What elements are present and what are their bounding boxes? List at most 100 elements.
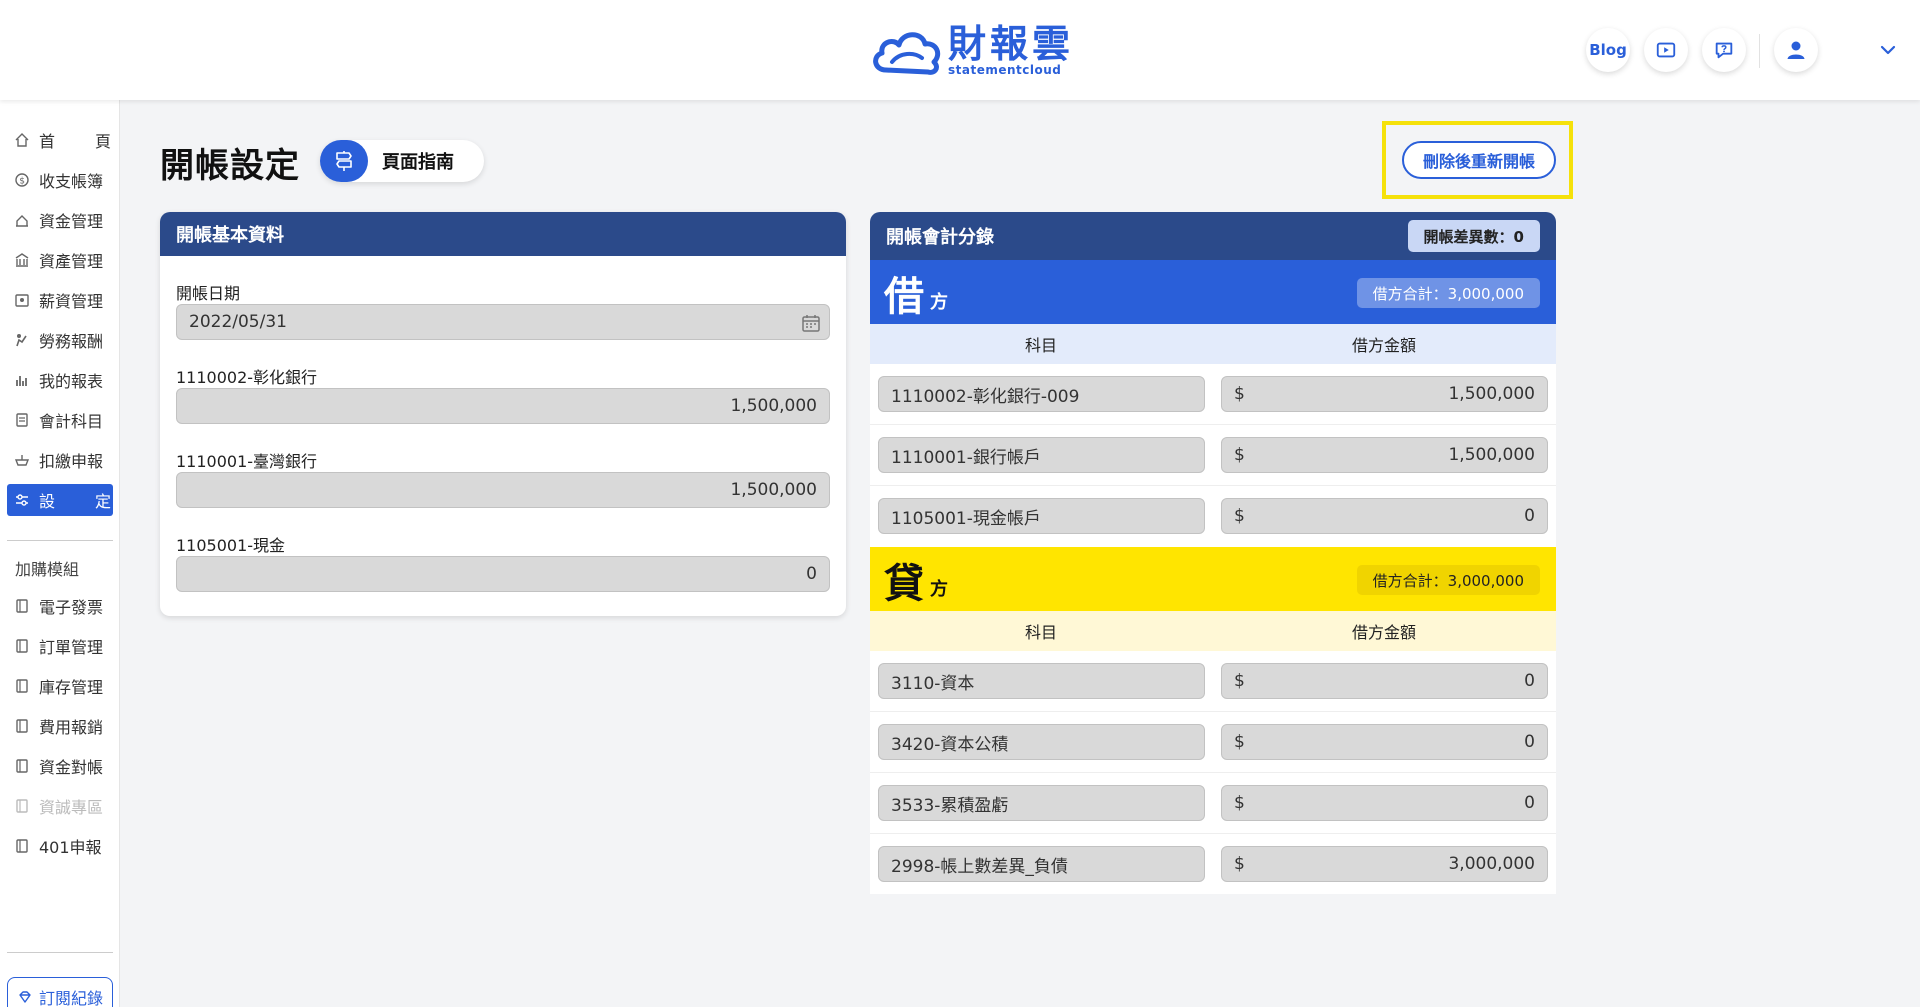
currency-symbol: $ <box>1234 506 1245 526</box>
sidebar-item-accounts[interactable]: 會計科目 <box>7 404 113 436</box>
home-icon <box>13 131 31 149</box>
table-row: 3533-累積盈虧 $0 <box>870 773 1556 834</box>
account-field[interactable]: 1105001-現金帳戶 <box>878 498 1205 534</box>
chevron-down-icon[interactable] <box>1878 40 1898 60</box>
amount-value: 0 <box>1524 793 1535 813</box>
module-book-icon <box>13 637 31 655</box>
coin-icon: $ <box>13 171 31 189</box>
module-book-icon <box>13 837 31 855</box>
difference-badge: 開帳差異數：0 <box>1407 220 1540 252</box>
calendar-icon[interactable] <box>801 313 821 333</box>
signpost-icon <box>320 140 368 182</box>
sidebar-item-assets[interactable]: 資產管理 <box>7 244 113 276</box>
account-field[interactable]: 3533-累積盈虧 <box>878 785 1205 821</box>
amount-value: 1,500,000 <box>1448 445 1535 465</box>
table-row: 3110-資本 $0 <box>870 651 1556 712</box>
opening-date-label: 開帳日期 <box>176 284 241 303</box>
account-field[interactable]: 2998-帳上數差異_負債 <box>878 846 1205 882</box>
sidebar-item-reports[interactable]: 我的報表 <box>7 364 113 396</box>
module-book-icon <box>13 757 31 775</box>
sidebar-label: 庫存管理 <box>39 678 104 697</box>
app-logo[interactable]: 財報雲 statementcloud <box>870 22 1074 78</box>
sliders-icon <box>13 491 31 509</box>
card-header: 開帳會計分錄 開帳差異數：0 <box>870 212 1556 260</box>
debit-section-header: 借 方 借方合計：3,000,000 <box>870 260 1556 324</box>
sidebar-addon-inventory[interactable]: 庫存管理 <box>7 670 113 702</box>
account-field[interactable]: 3420-資本公積 <box>878 724 1205 760</box>
opening-date-value: 2022/05/31 <box>189 312 287 332</box>
sidebar-label: 頁 <box>94 132 111 151</box>
support-chat-button[interactable] <box>1702 28 1746 72</box>
amount-field[interactable]: $1,500,000 <box>1221 376 1548 412</box>
sidebar-label: 資金對帳 <box>39 758 104 777</box>
video-tutorial-button[interactable] <box>1644 28 1688 72</box>
sidebar-label: 資誠專區 <box>39 798 104 817</box>
sidebar-item-withholding[interactable]: 扣繳申報 <box>7 444 113 476</box>
card-header-title: 開帳會計分錄 <box>886 227 994 248</box>
sidebar-item-home[interactable]: 首頁 <box>7 124 113 156</box>
cloud-logo-icon <box>873 32 941 75</box>
debit-small-label: 方 <box>930 292 948 313</box>
amount-field[interactable]: $0 <box>1221 498 1548 534</box>
column-account: 科目 <box>1024 623 1057 642</box>
logo-chinese-name: 財報雲 <box>948 21 1075 66</box>
field-value: 0 <box>806 564 817 584</box>
module-book-icon <box>13 677 31 695</box>
sidebar-addon-401[interactable]: 401申報 <box>7 830 113 862</box>
table-row: 1110001-銀行帳戶 $1,500,000 <box>870 425 1556 486</box>
amount-field[interactable]: $0 <box>1221 724 1548 760</box>
currency-symbol: $ <box>1234 384 1245 404</box>
table-row: 1105001-現金帳戶 $0 <box>870 486 1556 547</box>
sidebar-label: 定 <box>94 492 111 511</box>
delete-and-reopen-button[interactable]: 刪除後重新開帳 <box>1402 141 1556 179</box>
field-label: 1110001-臺灣銀行 <box>176 452 318 471</box>
bar-chart-icon <box>13 371 31 389</box>
credit-big-label: 貸 <box>884 561 924 607</box>
sidebar-item-labor[interactable]: 勞務報酬 <box>7 324 113 356</box>
opening-basic-card: 開帳基本資料 開帳日期 2022/05/31 1110002-彰化銀行 1,50… <box>160 212 846 616</box>
sidebar-addon-expenses[interactable]: 費用報銷 <box>7 710 113 742</box>
amount-value: 0 <box>1524 732 1535 752</box>
help-chat-icon <box>1715 42 1733 59</box>
amount-value: 0 <box>1524 671 1535 691</box>
blog-label: Blog <box>1589 41 1627 59</box>
sidebar-addon-einvoice[interactable]: 電子發票 <box>7 590 113 622</box>
sidebar-label: 資產管理 <box>39 252 104 271</box>
sidebar-item-payroll[interactable]: 薪資管理 <box>7 284 113 316</box>
payroll-icon <box>13 291 31 309</box>
amount-field[interactable]: $3,000,000 <box>1221 846 1548 882</box>
subscription-button[interactable]: 訂閱紀錄 <box>7 977 113 1007</box>
opening-date-input[interactable]: 2022/05/31 <box>176 304 830 340</box>
page-title: 開帳設定 <box>160 146 300 186</box>
diamond-icon <box>19 991 31 1003</box>
addon-heading: 加購模組 <box>15 560 80 579</box>
amount-field[interactable]: $0 <box>1221 663 1548 699</box>
sidebar-label: 我的報表 <box>39 372 104 391</box>
sidebar-item-funds[interactable]: 資金管理 <box>7 204 113 236</box>
sidebar-label: 會計科目 <box>39 412 104 431</box>
subscription-label: 訂閱紀錄 <box>38 989 103 1007</box>
sidebar-divider <box>7 952 113 953</box>
amount-value: 0 <box>1524 506 1535 526</box>
account-field[interactable]: 1110002-彰化銀行-009 <box>878 376 1205 412</box>
sidebar-addon-orders[interactable]: 訂單管理 <box>7 630 113 662</box>
opening-entries-card: 開帳會計分錄 開帳差異數：0 借 方 借方合計：3,000,000 科目 借方金… <box>870 212 1556 894</box>
blog-button[interactable]: Blog <box>1586 28 1630 72</box>
column-amount: 借方金額 <box>1351 336 1416 355</box>
page-guide-button[interactable]: 頁面指南 <box>320 140 484 182</box>
cash-input[interactable]: 0 <box>176 556 830 592</box>
account-field[interactable]: 1110001-銀行帳戶 <box>878 437 1205 473</box>
debit-column-header: 科目 借方金額 <box>870 324 1556 364</box>
sidebar-item-ledger[interactable]: $ 收支帳簿 <box>7 164 113 196</box>
field-value: 1,500,000 <box>730 396 817 416</box>
changhua-bank-input[interactable]: 1,500,000 <box>176 388 830 424</box>
amount-field[interactable]: $0 <box>1221 785 1548 821</box>
account-field[interactable]: 3110-資本 <box>878 663 1205 699</box>
taiwan-bank-input[interactable]: 1,500,000 <box>176 472 830 508</box>
sidebar-item-settings[interactable]: 設定 <box>7 484 113 516</box>
currency-symbol: $ <box>1234 671 1245 691</box>
amount-field[interactable]: $1,500,000 <box>1221 437 1548 473</box>
table-row: 1110002-彰化銀行-009 $1,500,000 <box>870 364 1556 425</box>
user-avatar-button[interactable] <box>1774 28 1818 72</box>
sidebar-addon-reconcile[interactable]: 資金對帳 <box>7 750 113 782</box>
